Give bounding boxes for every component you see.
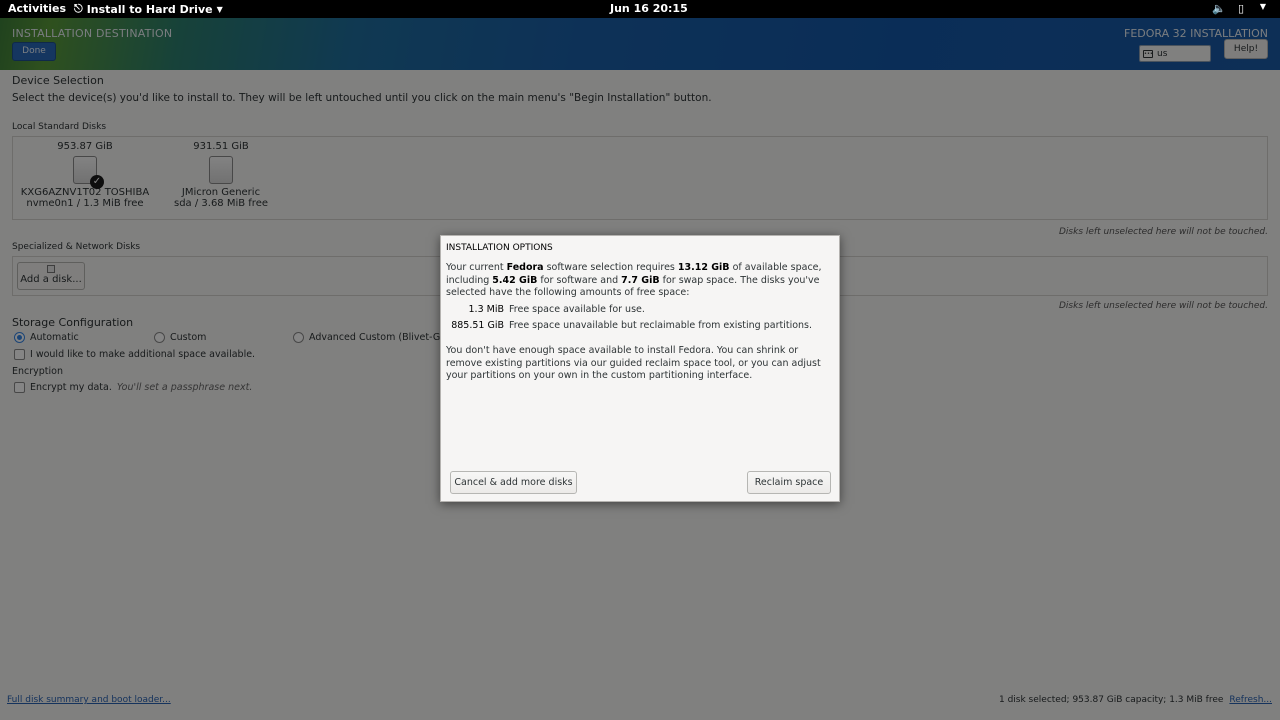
installation-options-dialog: INSTALLATION OPTIONS Your current Fedora…: [440, 235, 840, 502]
top-bar: Activities ⎋ Install to Hard Drive ▼ Jun…: [0, 0, 1280, 18]
reclaimable-space-amount: 885.51 GiB: [451, 320, 504, 331]
clock[interactable]: Jun 16 20:15: [610, 2, 688, 15]
reclaimable-space-row: 885.51 GiB Free space unavailable but re…: [446, 320, 812, 331]
dialog-advice-text: You don't have enough space available to…: [446, 345, 821, 381]
volume-icon: 🔈: [1212, 2, 1226, 15]
chevron-down-icon: ▼: [1259, 2, 1267, 11]
dialog-requirements-text: Your current Fedora software selection r…: [446, 262, 822, 298]
app-menu-label: Install to Hard Drive: [86, 2, 213, 16]
battery-icon: ▯: [1237, 2, 1245, 15]
free-space-row: 1.3 MiB Free space available for use.: [446, 304, 645, 315]
dialog-title: INSTALLATION OPTIONS: [446, 243, 553, 253]
free-space-label: Free space available for use.: [509, 304, 645, 315]
activities-button[interactable]: Activities: [8, 2, 66, 15]
reclaim-space-button[interactable]: Reclaim space: [747, 471, 831, 494]
chevron-down-icon: ▼: [216, 4, 223, 14]
free-space-amount: 1.3 MiB: [468, 304, 504, 315]
cancel-add-disks-button[interactable]: Cancel & add more disks: [450, 471, 577, 494]
app-menu[interactable]: ⎋ Install to Hard Drive ▼: [74, 2, 223, 16]
app-icon: ⎋: [74, 2, 83, 15]
system-tray[interactable]: 🔈 ▯ ▼: [1212, 2, 1270, 15]
reclaimable-space-label: Free space unavailable but reclaimable f…: [509, 320, 813, 331]
